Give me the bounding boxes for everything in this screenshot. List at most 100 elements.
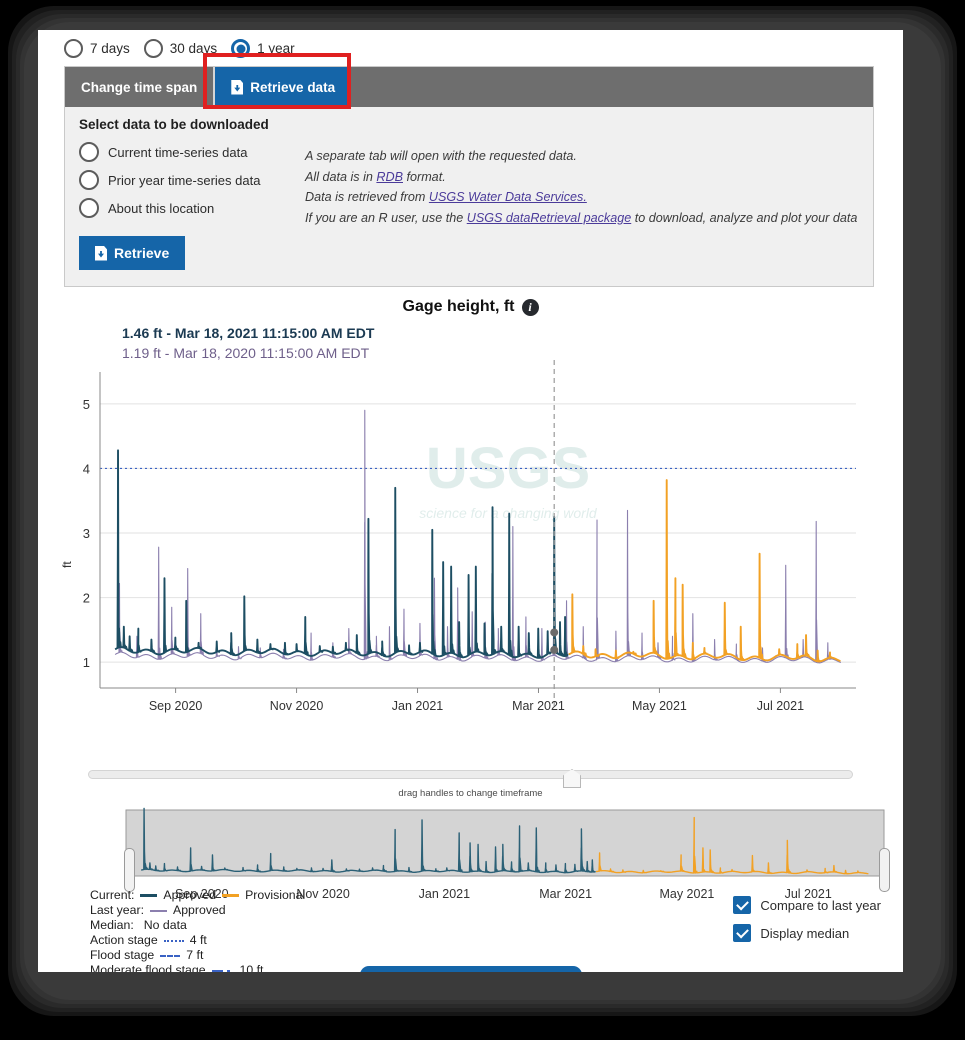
download-option-about-this-location[interactable]: About this location (79, 198, 299, 218)
radio-icon-prior-year-time-series[interactable] (79, 170, 99, 190)
download-option-prior-year-time-series[interactable]: Prior year time-series data (79, 170, 299, 190)
legend-swatch-provisional (222, 894, 240, 897)
main-plot[interactable]: ft USGS science for a changing world 1 2 3 4 5… (38, 358, 903, 748)
option-display-median[interactable]: Display median (733, 924, 881, 942)
chart-legend: Current: Approved Provisional Last year:… (90, 888, 305, 972)
svg-text:May 2021: May 2021 (632, 699, 687, 713)
info-line-4-pre: If you are an R user, use the (305, 210, 467, 225)
browser-viewport: 7 days 30 days 1 year Change time span R… (38, 30, 903, 972)
readout-current-value: 1.46 ft - Mar 18, 2021 11:15:00 AM EDT (122, 325, 375, 341)
mini-overview-chart[interactable]: Sep 2020 Nov 2020 Jan 2021 Mar 2021 May 2021… (38, 804, 903, 901)
info-icon[interactable]: i (521, 298, 539, 316)
timespan-option-30-days[interactable]: 30 days (143, 39, 218, 58)
checkbox-icon-compare-to-last-year[interactable] (733, 896, 752, 914)
questions-or-comments-button[interactable]: Questions or Comments (360, 966, 582, 972)
legend-row-last-year: Last year: Approved (90, 903, 305, 918)
info-line-2-post: format. (403, 169, 446, 184)
chart-options: Compare to last year Display median (733, 896, 881, 952)
panel-left-column: Current time-series data Prior year time… (79, 142, 299, 270)
timeframe-slider-track[interactable] (88, 769, 853, 788)
link-usgs-dataretrieval-package[interactable]: USGS dataRetrieval package (467, 211, 632, 225)
legend-row-median: Median: No data (90, 918, 305, 933)
download-panel: Change time span Retrieve data Select da… (64, 53, 874, 287)
info-line-2-pre: All data is in (305, 169, 377, 184)
info-line-1: A separate tab will open with the reques… (305, 146, 857, 167)
panel-heading: Select data to be downloaded (79, 117, 269, 132)
svg-text:1: 1 (83, 655, 90, 670)
main-plot-svg[interactable]: USGSscience for a changing world12345Sep… (38, 358, 903, 748)
svg-text:Jan 2021: Jan 2021 (419, 887, 470, 901)
legend-row-current: Current: Approved Provisional (90, 888, 305, 903)
legend-row-action-stage: Action stage 4 ft (90, 933, 305, 948)
info-line-3-pre: Data is retrieved from (305, 190, 429, 204)
radio-icon-current-time-series[interactable] (79, 142, 99, 162)
legend-swatch-approved-current (140, 894, 158, 897)
svg-text:Mar 2021: Mar 2021 (539, 887, 592, 901)
legend-text-approved-current: Approved (163, 888, 217, 902)
legend-label-last-year: Last year: (90, 903, 144, 917)
svg-text:May 2021: May 2021 (659, 887, 714, 901)
legend-text-median: No data (143, 918, 187, 932)
legend-label-flood-stage: Flood stage (90, 948, 155, 962)
timespan-label-30-days: 30 days (169, 41, 218, 56)
download-label-current-time-series: Current time-series data (108, 144, 248, 160)
option-label-compare-to-last-year: Compare to last year (760, 897, 881, 913)
info-line-3: Data is retrieved from USGS Water Data S… (305, 187, 857, 208)
info-line-4-post: to download, analyze and plot your data (631, 210, 858, 225)
legend-text-action-stage: 4 ft (189, 933, 207, 947)
chart-section: Gage height, ft i 1.46 ft - Mar 18, 2021… (38, 298, 903, 972)
radio-icon-7-days[interactable] (64, 39, 83, 58)
mini-handle-right[interactable] (879, 848, 890, 892)
legend-text-approved-last-year: Approved (173, 903, 226, 917)
svg-text:Jan 2021: Jan 2021 (392, 699, 443, 713)
download-document-icon (231, 79, 244, 95)
checkbox-icon-display-median[interactable] (733, 924, 752, 942)
link-rdb[interactable]: RDB (376, 170, 403, 184)
timeframe-slider-handle[interactable] (563, 769, 581, 788)
tab-retrieve-data[interactable]: Retrieve data (213, 67, 352, 107)
tab-retrieve-data-label: Retrieve data (250, 79, 336, 95)
svg-text:3: 3 (83, 526, 90, 541)
svg-text:Mar 2021: Mar 2021 (512, 699, 565, 713)
legend-swatch-approved-last-year (150, 909, 167, 912)
svg-text:Jul 2021: Jul 2021 (757, 699, 804, 713)
svg-text:Nov 2020: Nov 2020 (270, 699, 324, 713)
retrieve-button[interactable]: Retrieve (79, 236, 186, 270)
timespan-option-7-days[interactable]: 7 days (64, 39, 130, 58)
device-frame: 7 days 30 days 1 year Change time span R… (0, 0, 965, 1040)
chart-title-text: Gage height, ft (402, 298, 515, 315)
timespan-option-1-year[interactable]: 1 year (231, 39, 295, 58)
legend-label-moderate-flood-stage: Moderate flood stage (90, 963, 206, 972)
timespan-label-1-year: 1 year (257, 41, 295, 56)
option-compare-to-last-year[interactable]: Compare to last year (733, 896, 881, 914)
svg-text:5: 5 (83, 397, 90, 412)
legend-swatch-flood-stage (160, 954, 181, 957)
legend-row-flood-stage: Flood stage 7 ft (90, 948, 305, 963)
legend-text-moderate-flood-stage: 10 ft (239, 963, 264, 972)
radio-icon-1-year[interactable] (231, 39, 251, 58)
mini-handle-left[interactable] (124, 848, 135, 892)
timespan-label-7-days: 7 days (90, 41, 130, 56)
legend-label-action-stage: Action stage (90, 933, 158, 947)
legend-text-flood-stage: 7 ft (186, 948, 204, 962)
download-label-about-this-location: About this location (108, 200, 215, 216)
legend-text-provisional: Provisional (245, 888, 306, 902)
tab-change-time-span[interactable]: Change time span (65, 67, 213, 107)
svg-text:Sep 2020: Sep 2020 (149, 699, 203, 713)
chart-readout: 1.46 ft - Mar 18, 2021 11:15:00 AM EDT 1… (122, 325, 374, 361)
panel-tab-bar: Change time span Retrieve data (65, 53, 873, 109)
retrieve-download-icon (95, 245, 107, 261)
link-usgs-water-data-services[interactable]: USGS Water Data Services. (429, 190, 587, 204)
legend-swatch-moderate-flood-stage (211, 969, 234, 972)
y-axis-label: ft (60, 561, 74, 568)
svg-text:4: 4 (83, 461, 90, 476)
radio-icon-30-days[interactable] (143, 39, 163, 58)
radio-icon-about-this-location[interactable] (79, 198, 99, 218)
legend-row-moderate-flood-stage: Moderate flood stage 10 ft (90, 963, 305, 972)
tab-retrieve-data-wrapper: Retrieve data (203, 53, 352, 109)
legend-label-current: Current: (90, 888, 135, 902)
download-label-prior-year-time-series: Prior year time-series data (108, 172, 261, 188)
info-line-1-text: A separate tab will open with the reques… (305, 149, 577, 163)
svg-text:2: 2 (83, 591, 90, 606)
download-option-current-time-series[interactable]: Current time-series data (79, 142, 299, 162)
